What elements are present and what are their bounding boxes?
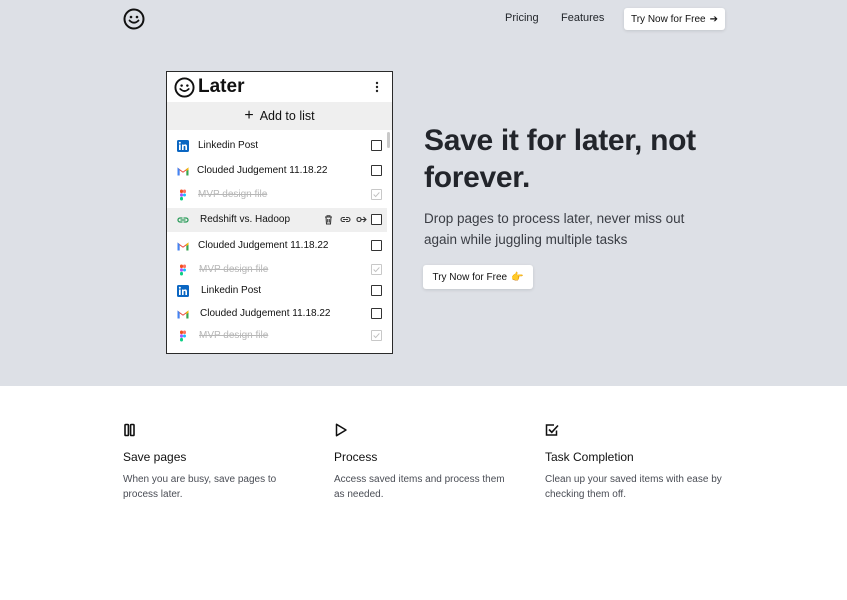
item-checkbox[interactable] [371,308,382,319]
plus-icon: + [244,107,254,124]
item-checkbox[interactable] [371,285,382,296]
feature-description: Clean up your saved items with ease by c… [545,472,735,502]
add-to-list-button[interactable]: + Add to list [167,102,392,130]
nav-cta-label: Try Now for Free [630,13,706,25]
feature-desc-line-1: When you are busy, save pages to [123,474,277,485]
item-label: MVP design file [198,189,268,200]
pause-icon [124,423,135,437]
hero-cta-label: Try Now for Free [432,271,508,283]
item-checkbox-checked[interactable] [371,330,382,341]
list-item[interactable]: Linkedin Post [167,135,387,157]
feature-desc-line-2: as needed. [334,489,384,500]
feature-description: When you are busy, save pages to process… [123,472,313,502]
feature-desc-line-2: checking them off. [545,489,626,500]
feature-process: Process Access saved items and process t… [334,422,524,502]
open-link-icon[interactable] [356,214,367,225]
item-checkbox[interactable] [371,214,382,225]
later-app-preview: Later + Add to list Linkedin Post Cloude… [166,71,393,354]
checkbox-icon [545,424,559,436]
linkedin-icon [177,140,189,152]
feature-title: Task Completion [545,450,634,464]
list-item[interactable]: Clouded Judgement 11.18.22 [167,303,387,325]
list-item[interactable]: Linkedin Post [167,280,387,302]
gmail-icon [177,167,189,176]
hero-section: Pricing Features Try Now for Free ➔ Late… [0,0,847,386]
item-label: Clouded Judgement 11.18.22 [200,308,331,319]
feature-save-pages: Save pages When you are busy, save pages… [123,422,313,502]
subtext-line-1: Drop pages to process later, never miss … [424,211,685,226]
feature-desc-line-1: Access saved items and process them [334,474,505,485]
item-checkbox[interactable] [371,240,382,251]
trash-icon[interactable] [323,214,334,225]
gmail-icon [177,310,189,319]
hero-subtext: Drop pages to process later, never miss … [424,208,714,250]
item-label: Clouded Judgement 11.18.22 [198,240,329,251]
figma-icon [180,189,186,201]
item-checkbox-checked[interactable] [371,189,382,200]
item-label: Linkedin Post [201,285,262,296]
play-icon [335,423,347,437]
list-item[interactable]: Clouded Judgement 11.18.22 [167,235,387,257]
nav-try-free-button[interactable]: Try Now for Free ➔ [624,8,725,30]
feature-title: Save pages [123,450,187,464]
panel-title: Later [198,76,245,97]
linkedin-icon [177,285,189,297]
nav-pricing-link[interactable]: Pricing [505,12,539,24]
list-item[interactable]: Clouded Judgement 11.18.22 [167,160,387,182]
item-label: MVP design file [199,330,269,341]
gmail-icon [177,242,189,251]
subtext-line-2: again while juggling multiple tasks [424,232,628,247]
feature-desc-line-1: Clean up your saved items with ease by [545,474,722,485]
item-label: Linkedin Post [198,140,259,151]
list-item[interactable]: MVP design file [167,184,387,206]
figma-icon [180,264,186,276]
smiley-logo-icon[interactable] [123,8,145,30]
item-label: Clouded Judgement 11.18.22 [197,165,328,176]
feature-task-completion: Task Completion Clean up your saved item… [545,422,735,502]
list-item-hovered[interactable]: Redshift vs. Hadoop [167,208,387,232]
hero-headline: Save it for later, not forever. [424,122,724,196]
item-checkbox[interactable] [371,140,382,151]
more-vertical-icon[interactable] [373,80,381,94]
feature-title: Process [334,450,378,464]
arrow-right-icon: ➔ [709,13,719,25]
list-item[interactable]: MVP design file [167,259,387,281]
item-checkbox[interactable] [371,165,382,176]
item-label: Redshift vs. Hadoop [200,214,291,225]
panel-header: Later [167,72,392,102]
item-label: MVP design file [199,264,269,275]
headline-line-2: forever. [424,161,530,194]
hero-try-free-button[interactable]: Try Now for Free 👉 [423,265,533,289]
list-item[interactable]: MVP design file [167,325,387,347]
figma-icon [180,330,186,342]
add-to-list-label: Add to list [259,109,315,123]
feature-desc-line-2: process later. [123,489,183,500]
item-checkbox-checked[interactable] [371,264,382,275]
nav-features-link[interactable]: Features [561,12,604,24]
pointing-hand-icon: 👉 [511,271,524,283]
smiley-icon [174,77,195,98]
link-icon [177,217,189,223]
scroll-thumb[interactable] [387,132,390,148]
feature-description: Access saved items and process them as n… [334,472,524,502]
panel-scrollbar[interactable] [387,130,390,353]
headline-line-1: Save it for later, not [424,124,696,157]
copy-link-icon[interactable] [340,214,351,225]
